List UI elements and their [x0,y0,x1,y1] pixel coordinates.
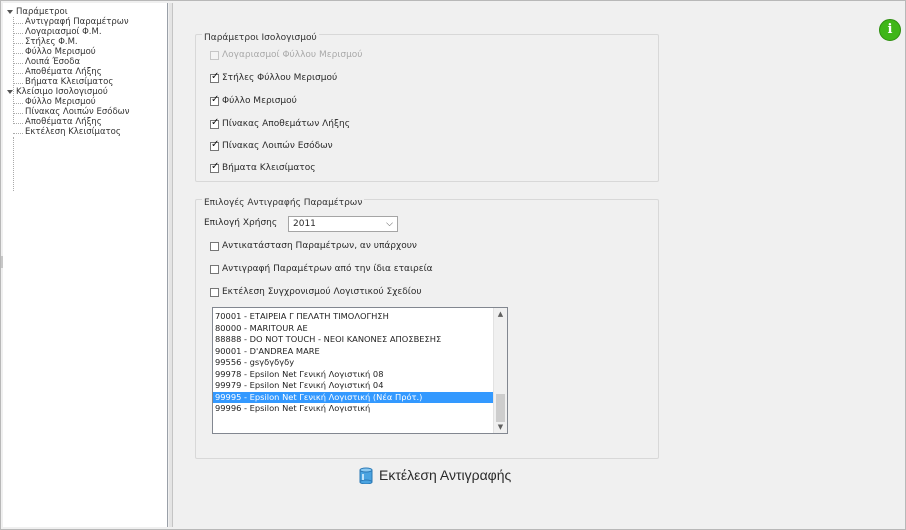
param-option-label: Πίνακας Λοιπών Εσόδων [222,141,333,151]
tree-item-label: Στήλες Φ.Μ. [25,37,78,47]
tree-connector [13,43,23,44]
param-option: Λογαριασμοί Φύλλου Μερισμού [210,50,363,60]
year-select-value: 2011 [293,219,316,229]
company-list-scrollbar[interactable]: ▲ ▼ [493,308,507,433]
company-list-item[interactable]: 99995 - Epsilon Net Γενική Λογιστική (Νέ… [213,391,494,403]
tree-item[interactable]: Αποθέματα Λήξης [13,117,102,127]
copy-option-checkbox[interactable] [210,241,219,251]
copy-option-label: Αντικατάσταση Παραμέτρων, αν υπάρχουν [222,241,417,251]
company-list-item[interactable]: 99979 - Epsilon Net Γενική Λογιστική 04 [213,380,494,392]
company-list-item[interactable]: 90001 - D'ANDREA MARE [213,346,494,358]
panel-splitter[interactable] [169,3,173,527]
tree-item[interactable]: Αποθέματα Λήξης [13,67,102,77]
copy-options-title: Επιλογές Αντιγραφής Παραμέτρων [202,198,365,208]
company-list-item[interactable]: 99996 - Epsilon Net Γενική Λογιστική [213,403,494,415]
run-copy-label: Εκτέλεση Αντιγραφής [379,467,512,483]
copy-option[interactable]: Αντιγραφή Παραμέτρων από την ίδια εταιρε… [210,264,433,274]
scroll-down-icon[interactable]: ▼ [494,421,507,433]
tree-connector [13,123,23,124]
tree-connector [13,23,23,24]
param-option[interactable]: Πίνακας Λοιπών Εσόδων [210,139,333,151]
tree-item-label: Αντιγραφή Παραμέτρων [25,17,129,27]
tree-connector [13,73,23,74]
param-option-label: Πίνακας Αποθεμάτων Λήξης [222,119,350,129]
tree-item-label: Αποθέματα Λήξης [25,67,102,77]
param-option[interactable]: Στήλες Φύλλου Μερισμού [210,71,338,83]
param-option-label: Στήλες Φύλλου Μερισμού [222,73,338,83]
tree-item-label: Φύλλο Μερισμού [25,47,96,57]
tree-connector [13,113,23,114]
tree-connector [13,103,23,104]
copy-option-checkbox[interactable] [210,287,219,297]
company-list-item[interactable]: 70001 - ΕΤΑΙΡΕΙΑ Γ ΠΕΛΑΤΗ ΤΙΜΟΛΟΓΗΣΗ [213,311,494,323]
tree-item-label: Εκτέλεση Κλεισίματος [25,127,121,137]
copy-option[interactable]: Αντικατάσταση Παραμέτρων, αν υπάρχουν [210,241,417,251]
param-checkbox[interactable] [210,94,219,106]
tree-connector [13,63,23,64]
navigation-tree: Παράμετροι Αντιγραφή Παραμέτρων Λογαριασμο… [3,3,168,527]
company-list-item[interactable]: 80000 - MARITOUR AE [213,323,494,335]
tree-connector [13,133,23,134]
tree-item[interactable]: Κλείσιμο Ισολογισμού [7,87,108,97]
expand-arrow-icon[interactable] [7,9,13,14]
app-window: Παράμετροι Αντιγραφή Παραμέτρων Λογαριασμο… [0,0,906,530]
copy-option-label: Εκτέλεση Συγχρονισμού Λογιστικού Σχεδίου [222,287,422,297]
tree-item-label: Κλείσιμο Ισολογισμού [16,87,108,97]
tree-item[interactable]: Βήματα Κλεισίματος [13,77,114,87]
tree-connector [13,33,23,34]
tree-item[interactable]: Στήλες Φ.Μ. [13,37,78,47]
tree-item-label: Φύλλο Μερισμού [25,97,96,107]
run-copy-button[interactable]: Εκτέλεση Αντιγραφής [359,467,512,485]
tree-item[interactable]: Πίνακας Λοιπών Εσόδων [13,107,130,117]
scroll-thumb[interactable] [496,394,505,422]
tree-item-label: Πίνακας Λοιπών Εσόδων [25,107,130,117]
company-list-item[interactable]: 99978 - Epsilon Net Γενική Λογιστική 08 [213,369,494,381]
tree-item[interactable]: Εκτέλεση Κλεισίματος [13,127,121,137]
param-checkbox[interactable] [210,139,219,151]
company-list[interactable]: 70001 - ΕΤΑΙΡΕΙΑ Γ ΠΕΛΑΤΗ ΤΙΜΟΛΟΓΗΣΗ 8000… [212,307,508,434]
tree-item[interactable]: Φύλλο Μερισμού [13,97,96,107]
tree-connector [13,53,23,54]
year-label: Επιλογή Χρήσης [204,218,278,228]
company-list-item[interactable]: 99556 - gsγδγδγδy [213,357,494,369]
param-option[interactable]: Φύλλο Μερισμού [210,94,297,106]
expand-arrow-icon[interactable] [7,89,13,94]
tree-item[interactable]: Παράμετροι [7,7,68,17]
tree-item-label: Παράμετροι [16,7,68,17]
tree-item-label: Λογαριασμοί Φ.Μ. [25,27,102,37]
param-option-label: Βήματα Κλεισίματος [222,163,316,173]
year-select[interactable]: 2011 ⌵ [288,216,398,232]
tree-item-label: Βήματα Κλεισίματος [25,77,114,87]
copy-option-label: Αντιγραφή Παραμέτρων από την ίδια εταιρε… [222,264,433,274]
balance-params-group: Παράμετροι Ισολογισμού Λογαριασμοί Φύλλο… [195,33,659,182]
balance-params-title: Παράμετροι Ισολογισμού [202,33,319,43]
param-checkbox[interactable] [210,117,219,129]
tree-item[interactable]: Φύλλο Μερισμού [13,47,96,57]
tree-item-label: Λοιπά Έσοδα [25,57,81,67]
year-row: Επιλογή Χρήσης [204,218,277,228]
param-checkbox [210,50,219,60]
tree-item[interactable]: Λοιπά Έσοδα [13,57,81,67]
param-checkbox[interactable] [210,71,219,83]
company-list-item[interactable]: 88888 - DO NOT TOUCH - ΝΕΟΙ ΚΑΝΟΝΕΣ ΑΠΟΣ… [213,334,494,346]
copy-option[interactable]: Εκτέλεση Συγχρονισμού Λογιστικού Σχεδίου [210,287,422,297]
scroll-up-icon[interactable]: ▲ [494,308,507,320]
param-option[interactable]: Πίνακας Αποθεμάτων Λήξης [210,117,350,129]
tree-connector [13,83,23,84]
tree-item[interactable]: Λογαριασμοί Φ.Μ. [13,27,102,37]
database-icon [359,467,373,485]
param-option-label: Λογαριασμοί Φύλλου Μερισμού [222,50,363,60]
copy-option-checkbox[interactable] [210,264,219,274]
tree-item[interactable]: Αντιγραφή Παραμέτρων [13,17,129,27]
param-checkbox[interactable] [210,161,219,173]
param-option-label: Φύλλο Μερισμού [222,96,297,106]
copy-options-group: Επιλογές Αντιγραφής Παραμέτρων Επιλογή Χ… [195,198,659,459]
tree-item-label: Αποθέματα Λήξης [25,117,102,127]
chevron-down-icon: ⌵ [386,219,393,229]
info-icon[interactable]: i [879,19,901,41]
tree-connector [13,137,14,191]
param-option[interactable]: Βήματα Κλεισίματος [210,161,316,173]
